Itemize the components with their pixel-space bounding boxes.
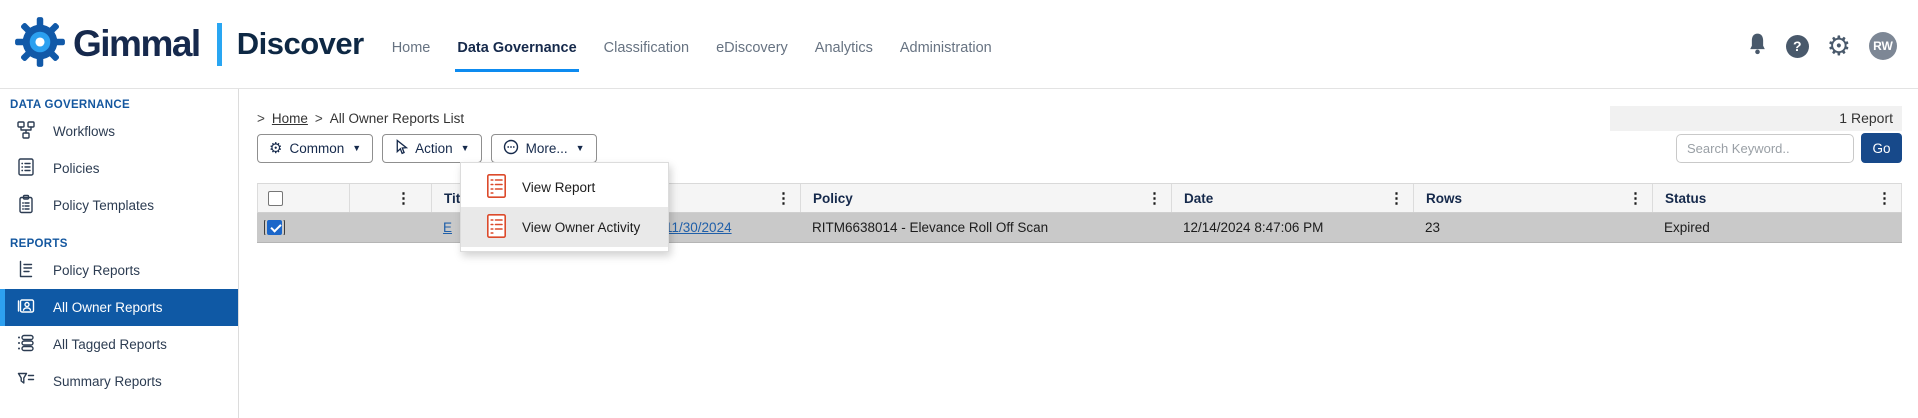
sidebar-section-data-governance: DATA GOVERNANCE: [0, 95, 238, 113]
column-menu-icon[interactable]: [1628, 191, 1652, 206]
gear-icon: ⚙: [269, 141, 282, 156]
search-area: Go: [1676, 133, 1902, 163]
settings-gear-icon[interactable]: ⚙: [1827, 33, 1851, 60]
report-title-visible-start: E: [443, 220, 452, 235]
sidebar-item-label: All Owner Reports: [53, 300, 163, 315]
report-count: 1 Report: [1610, 106, 1902, 131]
column-label-date: Date: [1184, 191, 1213, 206]
sidebar-item-label: Workflows: [53, 124, 115, 139]
workflow-icon: [16, 120, 36, 143]
more-dropdown-menu: View Report View Owner Activity: [460, 162, 669, 252]
brand-product-name: Discover: [237, 26, 364, 62]
app-header: Gimmal Discover Home Data Governance Cla…: [0, 0, 1918, 89]
nav-item-analytics[interactable]: Analytics: [815, 40, 873, 56]
more-button-label: More...: [526, 141, 568, 156]
sidebar-item-label: Policy Reports: [53, 263, 140, 278]
header-cell-date[interactable]: Date: [1172, 184, 1414, 212]
sidebar-item-label: All Tagged Reports: [53, 337, 167, 352]
sidebar-section-reports: REPORTS: [0, 234, 238, 252]
column-menu-icon[interactable]: [1389, 191, 1413, 206]
primary-nav: Home Data Governance Classification eDis…: [392, 32, 992, 56]
help-icon[interactable]: ?: [1786, 35, 1809, 58]
brand-name: Gimmal: [73, 23, 200, 65]
select-all-checkbox[interactable]: [268, 191, 283, 206]
cursor-icon: [394, 139, 408, 158]
sidebar-item-label: Summary Reports: [53, 374, 162, 389]
nav-item-ediscovery[interactable]: eDiscovery: [716, 40, 788, 56]
header-cell-policy[interactable]: Policy: [801, 184, 1172, 212]
chevron-down-icon: ▼: [576, 143, 585, 153]
user-avatar[interactable]: RW: [1869, 32, 1897, 60]
column-menu-icon[interactable]: [776, 191, 800, 206]
chevron-down-icon: ▼: [352, 143, 361, 153]
sidebar-item-label: Policies: [53, 161, 100, 176]
notifications-bell-icon[interactable]: [1747, 32, 1768, 61]
breadcrumb: > Home > All Owner Reports List 1 Report: [257, 105, 1902, 131]
row-cell-rows: 23: [1413, 220, 1652, 235]
go-button[interactable]: Go: [1861, 133, 1902, 163]
row-cell-policy: RITM6638014 - Elevance Roll Off Scan: [800, 220, 1171, 235]
header-cell-status[interactable]: Status: [1653, 184, 1902, 212]
clipboard-icon: [16, 194, 36, 217]
red-report-icon: [486, 173, 507, 202]
row-cell-select: [257, 220, 349, 235]
breadcrumb-separator: >: [315, 111, 323, 126]
breadcrumb-lead: >: [257, 111, 265, 126]
sidebar: DATA GOVERNANCE Workflows Policies: [0, 89, 239, 418]
nav-item-administration[interactable]: Administration: [900, 40, 992, 56]
row-checkbox[interactable]: [267, 220, 282, 235]
grid-toolbar: ⚙ Common ▼ Action ▼ More... ▼: [257, 133, 1902, 163]
search-input[interactable]: [1676, 134, 1854, 163]
menu-item-label: View Report: [522, 180, 595, 195]
menu-item-label: View Owner Activity: [522, 220, 640, 235]
sidebar-item-summary-reports[interactable]: Summary Reports: [0, 363, 238, 400]
report-lines-icon: [16, 259, 36, 282]
column-menu-icon[interactable]: [1877, 191, 1901, 206]
common-button-label: Common: [289, 141, 344, 156]
menu-item-view-report[interactable]: View Report: [461, 167, 668, 207]
breadcrumb-current: All Owner Reports List: [330, 111, 464, 126]
column-menu-icon[interactable]: [1147, 191, 1171, 206]
sidebar-item-workflows[interactable]: Workflows: [0, 113, 238, 150]
sidebar-item-policy-templates[interactable]: Policy Templates: [0, 187, 238, 224]
ellipsis-circle-icon: [503, 139, 519, 158]
nav-item-data-governance[interactable]: Data Governance: [457, 40, 576, 56]
list-doc-icon: [16, 157, 36, 180]
funnel-lines-icon: [16, 370, 36, 393]
brand-logo: Gimmal Discover: [0, 16, 364, 73]
header-icon-group: ? ⚙ RW: [1747, 28, 1918, 61]
gimmal-gear-logo-icon: [14, 16, 66, 73]
action-button[interactable]: Action ▼: [382, 134, 481, 163]
brand-divider: [217, 23, 222, 66]
nav-item-home[interactable]: Home: [392, 40, 431, 56]
action-button-label: Action: [415, 141, 453, 156]
tagged-list-icon: [16, 333, 36, 356]
column-menu-icon[interactable]: [396, 191, 431, 206]
row-cell-date: 12/14/2024 8:47:06 PM: [1171, 220, 1413, 235]
column-label-policy: Policy: [813, 191, 853, 206]
report-title-visible-end: 11/30/2024: [665, 220, 732, 235]
sidebar-item-all-owner-reports[interactable]: All Owner Reports: [0, 289, 238, 326]
column-label-rows: Rows: [1426, 191, 1462, 206]
more-button[interactable]: More... ▼: [491, 134, 597, 163]
header-cell-select: [258, 184, 350, 212]
header-cell-rows[interactable]: Rows: [1414, 184, 1653, 212]
chevron-down-icon: ▼: [461, 143, 470, 153]
row-cell-status: Expired: [1652, 220, 1902, 235]
sidebar-item-all-tagged-reports[interactable]: All Tagged Reports: [0, 326, 238, 363]
main-content: > Home > All Owner Reports List 1 Report…: [240, 89, 1918, 418]
menu-item-view-owner-activity[interactable]: View Owner Activity: [461, 207, 668, 247]
sidebar-item-policy-reports[interactable]: Policy Reports: [0, 252, 238, 289]
header-cell-row-menu: [350, 184, 432, 212]
sidebar-item-label: Policy Templates: [53, 198, 154, 213]
sidebar-item-policies[interactable]: Policies: [0, 150, 238, 187]
person-card-icon: [16, 296, 36, 319]
breadcrumb-home-link[interactable]: Home: [272, 111, 308, 126]
common-button[interactable]: ⚙ Common ▼: [257, 134, 373, 163]
red-report-icon: [486, 213, 507, 242]
nav-item-classification[interactable]: Classification: [604, 40, 689, 56]
column-label-status: Status: [1665, 191, 1706, 206]
